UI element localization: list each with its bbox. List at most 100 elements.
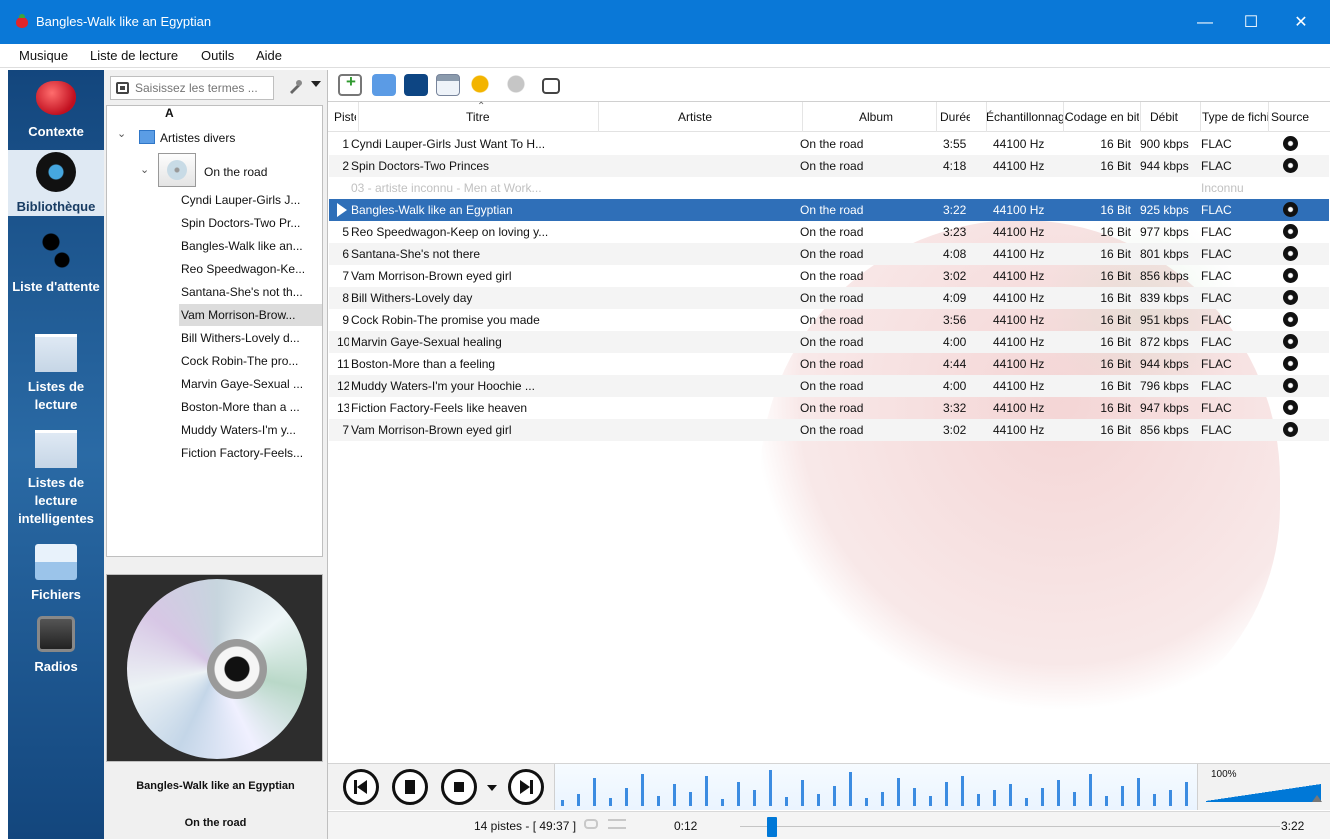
seek-thumb[interactable] [767, 817, 778, 837]
track-duration: 4:00 [943, 379, 967, 393]
spectrum-bar [833, 786, 836, 806]
table-row[interactable]: 1 Cyndi Lauper-Girls Just Want To H... On … [329, 133, 1329, 155]
pause-button[interactable] [392, 769, 428, 805]
now-playing-album: On the road [184, 817, 247, 829]
tree-track-item[interactable]: Cock Robin-The pro... [179, 350, 322, 372]
table-row[interactable]: 9 Cock Robin-The promise you made On the r… [329, 309, 1329, 331]
table-row[interactable]: 03 - artiste inconnu - Men at Work... Inc… [329, 177, 1329, 199]
chevron-down-icon[interactable]: ⌄ [140, 163, 149, 176]
tag-icon[interactable] [542, 78, 560, 94]
tree-track-item[interactable]: Muddy Waters-I'm y... [179, 419, 322, 441]
current-track-row[interactable]: Bangles-Walk like an Egyptian On the road… [329, 199, 1329, 221]
track-number: 9 [342, 313, 349, 327]
shuffle-icon[interactable] [608, 819, 626, 829]
column-titre[interactable]: Titre [466, 110, 498, 124]
nav-item-label: Contexte [28, 124, 84, 139]
track-title: Fiction Factory-Feels like heaven [351, 401, 528, 415]
seek-track[interactable] [740, 826, 1280, 827]
table-row[interactable]: 13Fiction Factory-Feels like heaven On th… [329, 397, 1329, 419]
column-artiste[interactable]: Artiste [678, 110, 728, 124]
next-button[interactable] [508, 769, 544, 805]
playlist-icon [35, 334, 77, 372]
search-box[interactable] [110, 76, 274, 100]
track-album: On the road [800, 379, 864, 393]
tree-track-item[interactable]: Cyndi Lauper-Girls J... [179, 189, 322, 211]
chevron-down-icon[interactable] [487, 785, 497, 791]
column-echantillonnage[interactable]: Échantillonnage [986, 110, 1066, 124]
chevron-down-icon[interactable] [311, 81, 321, 87]
track-format: FLAC [1201, 423, 1232, 437]
track-title: 03 - artiste inconnu - Men at Work... [351, 181, 542, 195]
stop-button[interactable] [441, 769, 477, 805]
repeat-icon[interactable] [584, 819, 598, 829]
close-button[interactable]: ✕ [1278, 8, 1324, 38]
spectrum-bar [593, 778, 596, 806]
maximize-button[interactable]: ☐ [1228, 8, 1274, 38]
load-playlist-icon[interactable] [372, 74, 396, 96]
nav-item-contexte[interactable]: Contexte [8, 76, 104, 150]
source-disc-icon [1283, 224, 1298, 239]
table-row[interactable]: 2 Spin Doctors-Two Princes On the road 4:18… [329, 155, 1329, 177]
tree-track-item[interactable]: Bill Withers-Lovely d... [179, 327, 322, 349]
track-title: Reo Speedwagon-Keep on loving y... [351, 225, 549, 239]
track-sample-rate [993, 177, 1067, 199]
library-tree[interactable]: A ⌄ Artistes divers ⌄ On the road Cyndi … [106, 105, 323, 557]
column-type-de-fichier[interactable]: Type de fichier [1202, 110, 1268, 124]
tree-track-item[interactable]: Fiction Factory-Feels... [179, 442, 322, 464]
tree-track-item-selected[interactable]: Vam Morrison-Brow... [179, 304, 322, 326]
table-row[interactable]: 11 Boston-More than a feeling On the road 4… [329, 353, 1329, 375]
nav-item-fichiers[interactable]: Fichiers [8, 538, 104, 608]
playlist-properties-icon[interactable] [436, 74, 460, 96]
undo-icon[interactable] [470, 74, 494, 96]
table-row[interactable]: 6 Santana-She's not there On the road 4:08 4… [329, 243, 1329, 265]
nav-item-liste-d-attente[interactable]: Liste d'attente [8, 220, 104, 312]
tree-track-item[interactable]: Santana-She's not th... [179, 281, 322, 303]
spectrum-visualizer[interactable] [554, 764, 1198, 810]
column-source[interactable]: Source [1271, 110, 1321, 124]
nav-item-listes-de-lecture[interactable]: Listes de lecture [8, 326, 104, 416]
nav-item-radios[interactable]: Radios [8, 612, 104, 682]
table-row[interactable]: 12Muddy Waters-I'm your Hoochie ... On th… [329, 375, 1329, 397]
column-debit[interactable]: Débit [1150, 110, 1186, 124]
save-playlist-icon[interactable] [404, 74, 428, 96]
tree-column-header[interactable]: A [165, 106, 174, 120]
track-bitrate: 947 kbps [1140, 401, 1189, 415]
tree-track-item[interactable]: Reo Speedwagon-Ke... [179, 258, 322, 280]
column-codage-en-bits[interactable]: Codage en bits [1065, 110, 1139, 124]
column-album[interactable]: Album [859, 110, 901, 124]
track-album: On the road [800, 203, 864, 217]
chevron-down-icon[interactable]: ⌄ [117, 127, 126, 140]
wrench-icon[interactable] [287, 80, 305, 94]
table-row[interactable]: 8 Bill Withers-Lovely day On the road 4:09 4… [329, 287, 1329, 309]
nav-item-bibliotheque[interactable]: Bibliothèque [8, 150, 104, 216]
column-piste[interactable]: Piste [334, 110, 356, 124]
track-duration: 3:02 [943, 423, 967, 437]
track-bit-depth: 16 Bit [1100, 379, 1131, 393]
track-bitrate: 856 kbps [1140, 423, 1189, 437]
table-row[interactable]: 5 Reo Speedwagon-Keep on loving y... On th… [329, 221, 1329, 243]
search-input[interactable] [135, 80, 269, 96]
redo-icon[interactable] [504, 74, 528, 96]
nav-item-listes-intelligentes[interactable]: Listes de lecture intelligentes [8, 422, 104, 544]
minimize-button[interactable]: — [1182, 8, 1228, 38]
spectrum-bar [961, 776, 964, 806]
column-duree[interactable]: Durée [940, 110, 970, 124]
table-row[interactable]: 7 Vam Morrison-Brown eyed girl On the road… [329, 265, 1329, 287]
tree-track-item[interactable]: Boston-More than a ... [179, 396, 322, 418]
menu-outils[interactable]: Outils [201, 48, 234, 63]
new-playlist-icon[interactable] [338, 72, 362, 96]
table-row[interactable]: 10Marvin Gaye-Sexual healing On the road 4… [329, 331, 1329, 353]
menu-aide[interactable]: Aide [256, 48, 282, 63]
tree-album-on-the-road[interactable]: ⌄ On the road [107, 151, 322, 189]
previous-button[interactable] [343, 769, 379, 805]
track-album: On the road [800, 335, 864, 349]
tree-track-item[interactable]: Spin Doctors-Two Pr... [179, 212, 322, 234]
menu-musique[interactable]: Musique [19, 48, 68, 63]
table-row[interactable]: 7 Vam Morrison-Brown eyed girl On the road… [329, 419, 1329, 441]
menu-liste-de-lecture[interactable]: Liste de lecture [90, 48, 178, 63]
volume-thumb[interactable] [1312, 795, 1322, 802]
volume-slider[interactable] [1206, 784, 1321, 802]
tree-track-item[interactable]: Bangles-Walk like an... [179, 235, 322, 257]
tree-track-item[interactable]: Marvin Gaye-Sexual ... [179, 373, 322, 395]
tree-root-artistes-divers[interactable]: ⌄ Artistes divers [107, 121, 322, 151]
